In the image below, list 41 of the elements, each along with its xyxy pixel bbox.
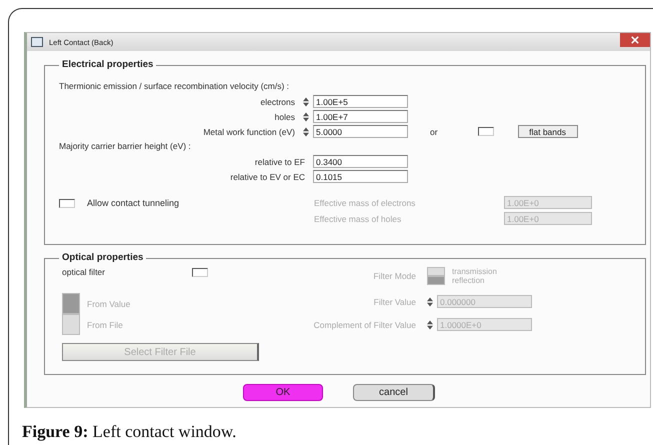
option-label: From File — [87, 320, 123, 330]
option-label: reflection — [452, 276, 484, 285]
field-label: relative to EV or EC — [229, 172, 306, 182]
close-button[interactable] — [620, 33, 650, 47]
group-title: Electrical properties — [59, 59, 156, 70]
or-label: or — [430, 126, 438, 136]
field-label: Filter Value — [372, 296, 417, 306]
input-field[interactable]: 5.0000 — [313, 125, 408, 138]
group-title: Optical properties — [59, 252, 146, 263]
field-label: Filter Mode — [372, 271, 417, 281]
close-icon[interactable] — [631, 36, 639, 44]
checkbox[interactable] — [192, 268, 208, 276]
section-label: Majority carrier barrier height (eV) : — [59, 140, 192, 153]
figure-caption: Figure 9: Left contact window. — [22, 422, 238, 442]
spinner-icon[interactable] — [427, 320, 433, 330]
input-field[interactable]: 0.1015 — [313, 170, 408, 183]
cancel-button[interactable]: cancel — [353, 384, 435, 401]
field-label: Effective mass of holes — [314, 214, 402, 224]
checkbox-label: optical filter — [62, 267, 106, 277]
spinner-icon[interactable] — [427, 296, 433, 306]
checkbox-label: Allow contact tunneling — [87, 198, 180, 208]
checkbox[interactable] — [59, 198, 75, 208]
input-field[interactable]: 1.00E+7 — [313, 110, 408, 123]
window-icon — [31, 37, 43, 47]
field-label: electrons — [260, 96, 296, 106]
flat-bands-button[interactable]: flat bands — [518, 125, 578, 138]
field-label: Effective mass of electrons — [314, 198, 416, 208]
spinner-icon[interactable] — [303, 112, 309, 122]
spinner-icon[interactable] — [303, 96, 309, 106]
section-label: Thermionic emission / surface recombination velocity (cm/s) : — [59, 80, 290, 93]
checkbox[interactable] — [478, 127, 494, 136]
field-label: Complement of Filter Value — [312, 320, 417, 330]
spinner-icon[interactable] — [303, 126, 309, 136]
option-label: From Value — [87, 298, 130, 308]
field-label: Metal work function (eV) — [202, 126, 296, 136]
field-label: holes — [274, 112, 296, 122]
field-label: relative to EF — [254, 156, 306, 166]
input-field[interactable]: 0.3400 — [313, 155, 408, 168]
option-label: transmission — [452, 267, 497, 276]
input-field[interactable]: 1.00E+5 — [313, 95, 408, 108]
ok-button[interactable]: OK — [243, 384, 323, 401]
